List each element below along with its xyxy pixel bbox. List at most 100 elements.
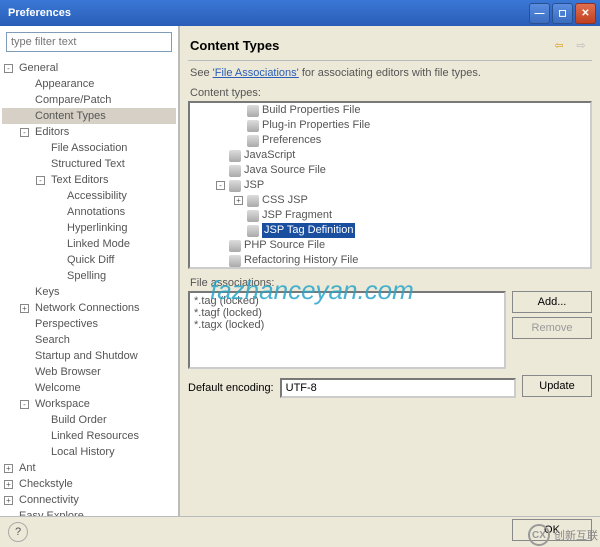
tree-label[interactable]: Search [33, 332, 72, 348]
tree-label[interactable]: General [17, 60, 60, 76]
tree-item[interactable]: Keys [2, 284, 176, 300]
tree-label[interactable]: Linked Mode [65, 236, 132, 252]
tree-item[interactable]: Linked Mode [2, 236, 176, 252]
content-type-item[interactable]: JSP Fragment [190, 208, 590, 223]
content-type-item[interactable]: Refactoring History Index [190, 268, 590, 269]
file-association-item[interactable]: *.tagf (locked) [194, 307, 500, 319]
tree-label[interactable]: Annotations [65, 204, 127, 220]
tree-item[interactable]: Search [2, 332, 176, 348]
tree-item[interactable]: Accessibility [2, 188, 176, 204]
tree-label[interactable]: Perspectives [33, 316, 100, 332]
content-type-item[interactable]: +CSS JSP [190, 193, 590, 208]
content-type-item[interactable]: JSP Tag Definition [190, 223, 590, 238]
help-icon[interactable]: ? [8, 522, 28, 542]
tree-item[interactable]: + Connectivity [2, 492, 176, 508]
tree-item[interactable]: Web Browser [2, 364, 176, 380]
tree-label[interactable]: Text Editors [49, 172, 110, 188]
tree-label[interactable]: Appearance [33, 76, 96, 92]
file-icon [247, 225, 259, 237]
tree-label[interactable]: Ant [17, 460, 38, 476]
tree-label[interactable]: Accessibility [65, 188, 129, 204]
tree-label[interactable]: Editors [33, 124, 71, 140]
content-type-item[interactable]: JavaScript [190, 148, 590, 163]
content-type-label: Build Properties File [262, 103, 360, 118]
tree-label[interactable]: Structured Text [49, 156, 127, 172]
tree-item[interactable]: Annotations [2, 204, 176, 220]
maximize-button[interactable]: ◻ [552, 3, 573, 24]
tree-label[interactable]: Network Connections [33, 300, 142, 316]
minimize-button[interactable]: — [529, 3, 550, 24]
tree-label[interactable]: Keys [33, 284, 61, 300]
close-button[interactable]: ✕ [575, 3, 596, 24]
file-associations-link[interactable]: 'File Associations' [213, 67, 299, 79]
preferences-tree[interactable]: -GeneralAppearanceCompare/PatchContent T… [0, 58, 178, 516]
tree-label[interactable]: Hyperlinking [65, 220, 130, 236]
expand-icon[interactable]: + [4, 480, 13, 489]
tree-label[interactable]: Workspace [33, 396, 92, 412]
tree-label[interactable]: Local History [49, 444, 117, 460]
tree-label[interactable]: Startup and Shutdow [33, 348, 140, 364]
collapse-icon[interactable]: - [20, 400, 29, 409]
tree-item[interactable]: Appearance [2, 76, 176, 92]
tree-item[interactable]: Welcome [2, 380, 176, 396]
collapse-icon[interactable]: - [216, 181, 225, 190]
content-type-item[interactable]: Build Properties File [190, 103, 590, 118]
file-association-item[interactable]: *.tag (locked) [194, 295, 500, 307]
tree-label[interactable]: Welcome [33, 380, 83, 396]
content-types-tree[interactable]: Build Properties FilePlug-in Properties … [188, 101, 592, 269]
tree-label[interactable]: Quick Diff [65, 252, 116, 268]
tree-item[interactable]: Structured Text [2, 156, 176, 172]
content-type-item[interactable]: Preferences [190, 133, 590, 148]
content-type-item[interactable]: -JSP [190, 178, 590, 193]
tree-item[interactable]: Easy Explore [2, 508, 176, 516]
file-association-item[interactable]: *.tagx (locked) [194, 319, 500, 331]
tree-item[interactable]: + Network Connections [2, 300, 176, 316]
tree-label[interactable]: File Association [49, 140, 129, 156]
tree-item[interactable]: Linked Resources [2, 428, 176, 444]
tree-label[interactable]: Easy Explore [17, 508, 86, 516]
window-title: Preferences [4, 7, 527, 19]
tree-label[interactable]: Checkstyle [17, 476, 75, 492]
content-type-item[interactable]: Java Source File [190, 163, 590, 178]
tree-item[interactable]: File Association [2, 140, 176, 156]
tree-label[interactable]: Compare/Patch [33, 92, 113, 108]
back-icon[interactable]: ⇦ [550, 36, 568, 54]
collapse-icon[interactable]: - [36, 176, 45, 185]
file-associations-list[interactable]: *.tag (locked)*.tagf (locked)*.tagx (loc… [188, 291, 506, 369]
content-type-item[interactable]: Plug-in Properties File [190, 118, 590, 133]
collapse-icon[interactable]: - [4, 64, 13, 73]
tree-label[interactable]: Linked Resources [49, 428, 141, 444]
tree-item[interactable]: Startup and Shutdow [2, 348, 176, 364]
tree-item[interactable]: Spelling [2, 268, 176, 284]
tree-label[interactable]: Connectivity [17, 492, 81, 508]
tree-label[interactable]: Spelling [65, 268, 108, 284]
tree-item[interactable]: + Checkstyle [2, 476, 176, 492]
tree-item[interactable]: -Text Editors [2, 172, 176, 188]
encoding-input[interactable] [280, 378, 516, 398]
tree-item[interactable]: + Ant [2, 460, 176, 476]
content-type-item[interactable]: Refactoring History File [190, 253, 590, 268]
file-icon [247, 105, 259, 117]
collapse-icon[interactable]: - [20, 128, 29, 137]
tree-item[interactable]: Quick Diff [2, 252, 176, 268]
tree-item[interactable]: -General [2, 60, 176, 76]
tree-label[interactable]: Content Types [33, 108, 108, 124]
tree-item[interactable]: Build Order [2, 412, 176, 428]
tree-label[interactable]: Web Browser [33, 364, 103, 380]
tree-label[interactable]: Build Order [49, 412, 109, 428]
tree-item[interactable]: Perspectives [2, 316, 176, 332]
update-button[interactable]: Update [522, 375, 592, 397]
expand-icon[interactable]: + [234, 196, 243, 205]
expand-icon[interactable]: + [4, 496, 13, 505]
tree-item[interactable]: -Workspace [2, 396, 176, 412]
tree-item[interactable]: Local History [2, 444, 176, 460]
tree-item[interactable]: -Editors [2, 124, 176, 140]
add-button[interactable]: Add... [512, 291, 592, 313]
tree-item[interactable]: Content Types [2, 108, 176, 124]
tree-item[interactable]: Compare/Patch [2, 92, 176, 108]
content-type-item[interactable]: PHP Source File [190, 238, 590, 253]
filter-input[interactable] [6, 32, 172, 52]
tree-item[interactable]: Hyperlinking [2, 220, 176, 236]
expand-icon[interactable]: + [4, 464, 13, 473]
expand-icon[interactable]: + [20, 304, 29, 313]
